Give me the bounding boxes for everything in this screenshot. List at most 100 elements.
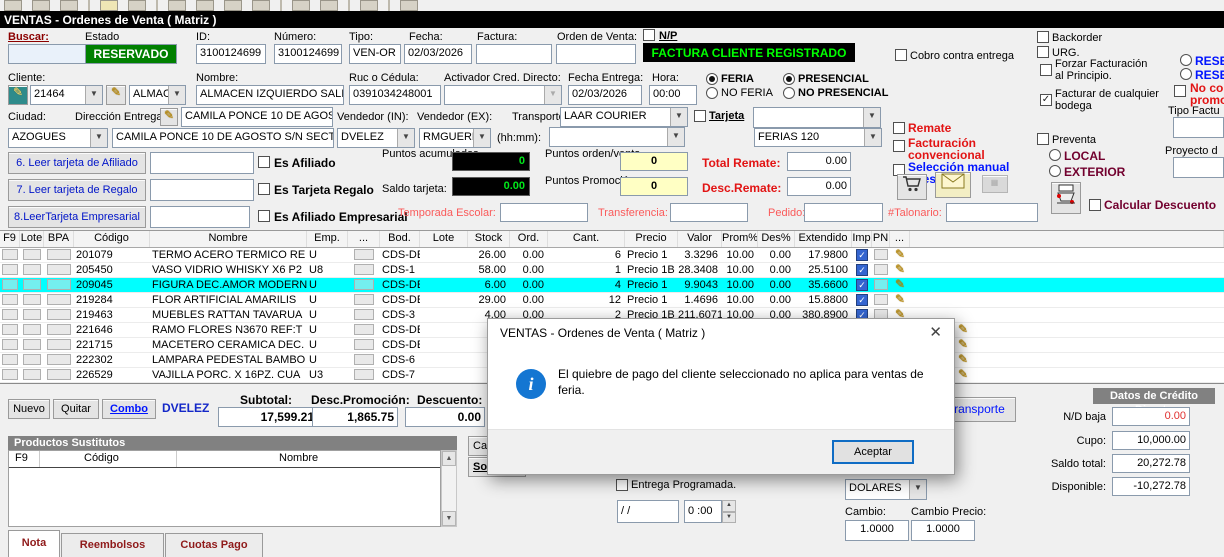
transferencia-field[interactable] [670,203,748,222]
entrega-programada-checkbox[interactable] [616,479,628,491]
f9-cell-button[interactable] [2,354,18,365]
lote-cell-button[interactable] [23,294,42,305]
col-extendido[interactable]: Extendido [795,231,852,247]
chevron-down-icon[interactable]: ▼ [397,129,414,147]
ferias-combo[interactable]: FERIAS 120▼ [754,128,882,147]
chevron-down-icon[interactable]: ▼ [473,129,490,147]
tab-nota[interactable]: Nota [8,530,60,557]
buscar-input[interactable] [8,44,86,64]
tarjeta-checkbox[interactable] [694,110,706,122]
temporada-escolar-field[interactable] [500,203,588,222]
cliente-code-combo[interactable]: 21464▼ [30,85,103,105]
quitar-button[interactable]: Quitar [53,399,99,419]
spin-down-icon[interactable]: ▼ [722,512,736,524]
f9-cell-button[interactable] [2,279,18,290]
hhmm-combo[interactable]: ▼ [549,127,685,147]
bpa-cell-button[interactable] [47,354,70,365]
urg-checkbox[interactable] [1037,46,1049,58]
edit-pencil-icon[interactable]: ✎ [895,263,905,276]
fecha-entrega-field[interactable]: 02/03/2026 [568,85,642,105]
hora-spinner[interactable]: ▲ ▼ [722,500,736,523]
row-more-button[interactable] [354,294,374,305]
imp-checkbox[interactable]: ✓ [856,264,868,276]
table-row[interactable]: 209045 FIGURA DEC.AMOR MODERN U CDS-DE 6… [0,278,1224,293]
imp-checkbox[interactable]: ✓ [856,249,868,261]
chevron-down-icon[interactable]: ▼ [85,86,102,104]
col-emp[interactable]: Emp. [307,231,348,247]
row-more-button[interactable] [354,324,374,335]
imp-checkbox[interactable]: ✓ [856,294,868,306]
pn-cell[interactable] [874,279,888,290]
np-checkbox[interactable] [643,29,655,41]
edit-pencil-icon[interactable]: ✎ [895,293,905,306]
toolbar-icon[interactable] [60,0,78,11]
pn-cell[interactable] [874,264,888,275]
fecha-field[interactable]: 02/03/2026 [404,44,472,64]
direccion-display-field[interactable]: CAMILA PONCE 10 DE AGOS [181,107,333,127]
chevron-down-icon[interactable]: ▼ [667,128,684,146]
row-more-button[interactable] [354,309,374,320]
edit-pencil-icon[interactable]: ✎ [895,248,905,261]
toolbar-icon[interactable] [128,0,146,11]
lote-cell-button[interactable] [23,264,42,275]
moneda-combo[interactable]: DOLARES▼ [845,479,927,500]
es-afiliado-checkbox[interactable] [258,156,270,168]
row-more-button[interactable] [354,279,374,290]
toolbar-icon[interactable] [4,0,22,11]
row-more-button[interactable] [354,354,374,365]
es-afiliado-empresarial-checkbox[interactable] [258,210,270,222]
col-more[interactable]: ... [348,231,380,247]
toolbar-icon[interactable] [168,0,186,11]
chevron-down-icon[interactable]: ▼ [670,108,687,126]
f9-cell-button[interactable] [2,294,18,305]
scroll-up-icon[interactable]: ▲ [442,451,456,466]
f9-cell-button[interactable] [2,264,18,275]
col-lote[interactable]: Lote [20,231,44,247]
toolbar-icon[interactable] [400,0,418,11]
calc-register-button[interactable] [1051,182,1081,214]
row-more-button[interactable] [354,369,374,380]
orden-venta-field[interactable] [556,44,636,64]
col-pn[interactable]: PN [872,231,890,247]
col-more2[interactable]: ... [890,231,910,247]
entrega-hora-field[interactable]: 0 :00 [684,500,722,523]
bpa-cell-button[interactable] [47,279,70,290]
col-codigo[interactable]: Código [74,231,150,247]
tarjeta-empresarial-field[interactable] [150,206,250,228]
toolbar-icon[interactable] [32,0,50,11]
tarjeta-afiliado-field[interactable] [150,152,254,174]
toolbar-icon[interactable] [320,0,338,11]
col-cant[interactable]: Cant. [548,231,625,247]
tab-cuotas-pago[interactable]: Cuotas Pago [165,533,263,557]
col-bod[interactable]: Bod. [380,231,420,247]
row-more-button[interactable] [354,264,374,275]
col-lote2[interactable]: Lote [420,231,468,247]
edit-pencil-icon[interactable]: ✎ [895,278,905,291]
reservado2-radio[interactable] [1180,68,1192,80]
numero-field[interactable]: 3100124699 [274,44,342,64]
col-nombre[interactable]: Nombre [150,231,307,247]
col-stock[interactable]: Stock [468,231,510,247]
toolbar-icon[interactable] [292,0,310,11]
close-icon[interactable]: ✕ [929,323,942,341]
cambio-field[interactable]: 1.0000 [845,520,909,541]
backorder-checkbox[interactable] [1037,31,1049,43]
toolbar-icon[interactable] [252,0,270,11]
spin-up-icon[interactable]: ▲ [722,500,736,512]
edit-pencil-icon[interactable]: ✎ [958,338,968,351]
combo-button[interactable]: Combo [102,399,156,419]
bpa-cell-button[interactable] [47,264,70,275]
proyecto-field[interactable] [1173,157,1224,178]
facturacion-convencional-checkbox[interactable] [893,140,905,152]
edit-cliente-button[interactable]: ✎ [8,85,28,105]
pn-cell[interactable] [874,294,888,305]
preventa-checkbox[interactable] [1037,133,1049,145]
scroll-down-icon[interactable]: ▼ [442,511,456,526]
bpa-cell-button[interactable] [47,309,70,320]
toolbar-icon[interactable] [196,0,214,11]
table-row[interactable]: 205450 VASO VIDRIO WHISKY X6 P2 U8 CDS-1… [0,263,1224,278]
lote-cell-button[interactable] [23,324,42,335]
chevron-down-icon[interactable]: ▼ [909,480,926,499]
lote-cell-button[interactable] [23,369,42,380]
total-remate-field[interactable]: 0.00 [787,152,851,171]
